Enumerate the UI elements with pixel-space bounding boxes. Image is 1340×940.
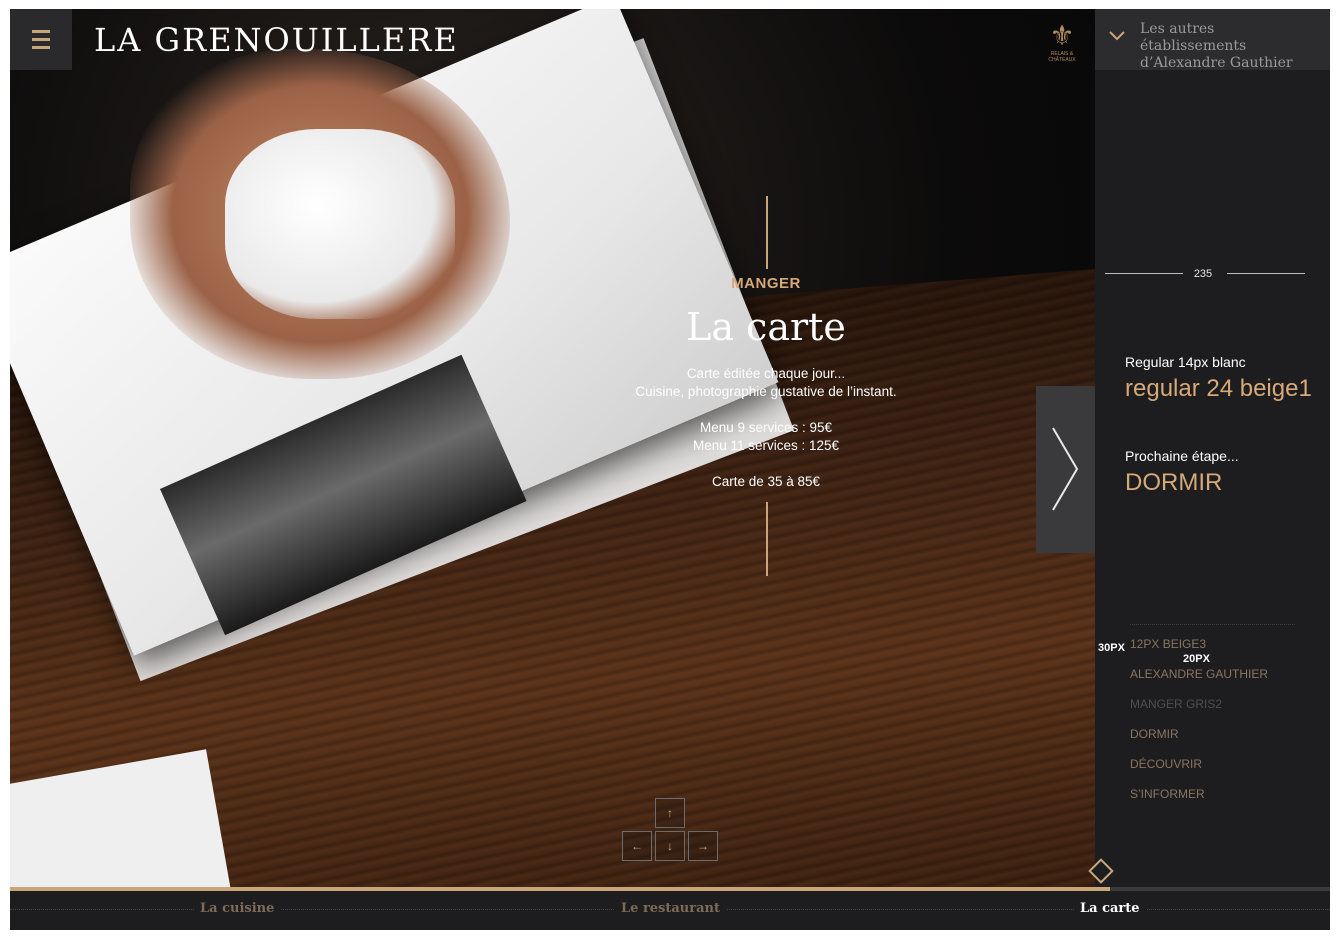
relais-chateaux-logo[interactable]: ⚜ RELAIS & CHÂTEAUX [1040,21,1084,67]
bottom-nav-item[interactable]: Le restaurant [615,901,726,916]
badge-text: RELAIS & CHÂTEAUX [1048,51,1076,63]
nav-separator [1130,624,1295,625]
description-line: Carte éditée chaque jour... [686,366,846,381]
side-nav-item[interactable]: S’INFORMER [1130,787,1205,801]
next-step-label: Prochaine étape... [1125,448,1239,464]
spec-width-label: 235 [1193,268,1213,280]
arrow-down-key[interactable]: ↓ [655,831,685,861]
divider-line-bottom [766,502,768,576]
spacing-annotation-20: 20PX [1183,653,1210,665]
carte-price-line: Carte de 35 à 85€ [711,474,821,489]
next-step-link[interactable]: DORMIR [1125,469,1222,497]
menu-price-line: Menu 11 services : 125€ [692,438,840,453]
chevron-right-icon [1052,427,1079,511]
spacing-annotation-30: 30PX [1098,642,1125,654]
regular-small-text: Regular 14px blanc [1125,354,1246,370]
page-title: La carte [686,305,846,349]
next-slide-button[interactable] [1036,386,1095,553]
side-nav-item[interactable]: DÉCOUVRIR [1130,757,1202,771]
divider-line-top [766,196,768,269]
spec-line-right [1227,273,1305,274]
arrow-up-key[interactable]: ↑ [655,798,685,828]
site-logo[interactable]: LA GRENOUILLERE [94,21,459,59]
bottom-navigation: La cuisine Le restaurant La carte [10,891,1330,930]
side-panel: Les autres établissements d’Alexandre Ga… [1095,9,1330,887]
bottom-nav-item-active[interactable]: La carte [1074,901,1146,916]
side-nav-item-active[interactable]: MANGER GRIS2 [1130,697,1222,711]
side-nav-item[interactable]: 12PX BEIGE3 [1130,637,1206,651]
description-line: Cuisine, photographie gustative de l’ins… [635,384,897,399]
hamburger-menu-button[interactable] [10,9,72,70]
bottom-nav-item[interactable]: La cuisine [194,901,281,916]
arrow-left-key[interactable]: ← [622,831,652,861]
page-frame: LA GRENOUILLERE ⚜ RELAIS & CHÂTEAUX MANG… [10,9,1330,930]
hamburger-icon-bar [32,30,50,33]
hamburger-icon-bar [32,38,50,41]
hamburger-icon-bar [32,46,50,49]
other-establishments-dropdown[interactable]: Les autres établissements d’Alexandre Ga… [1095,9,1330,71]
chevron-down-icon [1109,31,1125,41]
spec-line-left [1105,273,1183,274]
side-nav-item[interactable]: ALEXANDRE GAUTHIER [1130,667,1268,681]
other-establishments-label: Les autres établissements d’Alexandre Ga… [1140,21,1293,71]
fleur-de-lis-icon: ⚜ [1049,20,1075,51]
crumpled-paper [225,129,455,319]
arrow-right-key[interactable]: → [688,831,718,861]
section-eyebrow: MANGER [731,275,801,292]
side-nav-item[interactable]: DORMIR [1130,727,1179,741]
regular-big-text: regular 24 beige1 [1125,375,1312,402]
menu-price-line: Menu 9 services : 95€ [699,420,833,435]
